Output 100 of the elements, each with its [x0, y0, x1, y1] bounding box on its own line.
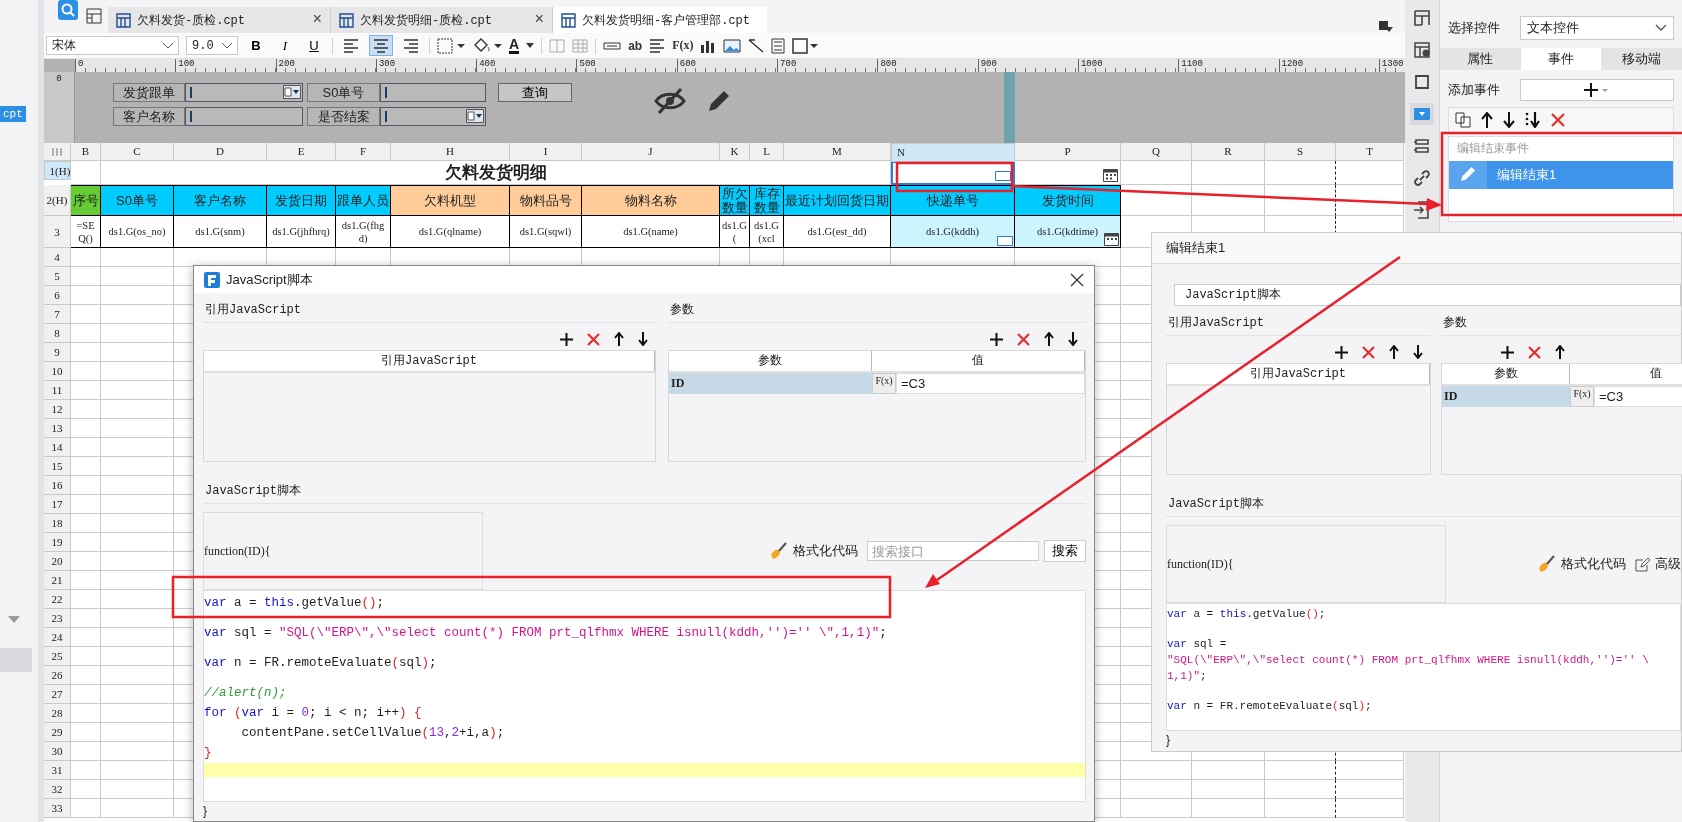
arrow-up-icon[interactable]: [1481, 112, 1493, 128]
row-header[interactable]: 21: [44, 571, 71, 590]
menu-icon[interactable]: [1379, 21, 1393, 33]
copy-icon[interactable]: [1455, 112, 1471, 128]
align-button[interactable]: [369, 35, 393, 56]
delete-icon[interactable]: [587, 332, 600, 346]
column-header[interactable]: I: [510, 143, 582, 161]
chevron-down-icon[interactable]: [163, 43, 173, 49]
row-header[interactable]: 18: [44, 514, 71, 533]
event-type-select[interactable]: JavaScript脚本: [1174, 284, 1681, 306]
arrow-down-icon[interactable]: [1068, 332, 1078, 346]
panel-tab[interactable]: 事件: [1520, 48, 1602, 70]
arrow-down-icon[interactable]: [1413, 345, 1423, 359]
plus-icon[interactable]: [1584, 83, 1610, 97]
value-field[interactable]: =C3: [896, 373, 1085, 394]
parameter-field[interactable]: [380, 107, 486, 126]
column-header[interactable]: P: [1015, 143, 1121, 161]
dropdown-icon[interactable]: [466, 109, 484, 123]
formula-tool[interactable]: F(x): [672, 38, 694, 53]
row-header[interactable]: 11: [44, 381, 71, 400]
row-header[interactable]: 22: [44, 590, 71, 609]
panel-tab[interactable]: 属性: [1440, 48, 1521, 70]
formula-button[interactable]: F(x): [1570, 386, 1594, 407]
parameter-field[interactable]: [185, 107, 303, 126]
delete-icon[interactable]: [1528, 345, 1541, 359]
column-header[interactable]: L: [750, 143, 784, 161]
slash-icon[interactable]: [748, 38, 765, 53]
column-header[interactable]: S: [1265, 143, 1336, 161]
font-select[interactable]: 宋体: [46, 36, 179, 55]
search-field[interactable]: 搜索接口: [867, 541, 1039, 561]
arrow-up-icon[interactable]: [1555, 345, 1565, 359]
parameter-field[interactable]: [185, 83, 303, 102]
arrow-up-icon[interactable]: [1389, 345, 1399, 359]
row-header[interactable]: 19: [44, 533, 71, 552]
row-header[interactable]: 27: [44, 685, 71, 704]
row-header[interactable]: 7: [44, 305, 71, 324]
column-header[interactable]: B: [71, 143, 101, 161]
row-header[interactable]: 5: [44, 267, 71, 286]
format-code-button[interactable]: 格式化代码: [1561, 555, 1626, 573]
add-icon[interactable]: [990, 332, 1003, 346]
row-header[interactable]: 31: [44, 761, 71, 780]
column-header[interactable]: K: [720, 143, 750, 161]
row-header[interactable]: 33: [44, 799, 71, 818]
merge-cells-icon[interactable]: [549, 38, 566, 53]
grid-icon[interactable]: [86, 8, 102, 24]
file-tab[interactable]: 欠料发货-质检.cpt ×: [108, 7, 330, 33]
column-header[interactable]: H: [391, 143, 510, 161]
query-button[interactable]: 查询: [498, 83, 572, 102]
scroll-handle[interactable]: [1004, 72, 1015, 143]
column-header[interactable]: C: [101, 143, 174, 161]
column-header[interactable]: D: [174, 143, 267, 161]
row-header[interactable]: 28: [44, 704, 71, 723]
caret-icon[interactable]: [526, 43, 535, 48]
format-code-button[interactable]: 格式化代码: [793, 542, 858, 560]
text-tool[interactable]: ab: [628, 38, 643, 53]
row-header[interactable]: 17: [44, 495, 71, 514]
column-header[interactable]: J: [582, 143, 720, 161]
chevron-down-icon[interactable]: [1655, 24, 1667, 31]
row-header[interactable]: 23: [44, 609, 71, 628]
calendar-icon[interactable]: [1104, 231, 1119, 246]
file-tab[interactable]: 欠料发货明细-质检.cpt ×: [330, 7, 552, 33]
row-header[interactable]: 10: [44, 362, 71, 381]
file-tab[interactable]: 欠料发货明细-客户管理部.cpt: [552, 7, 767, 33]
document-icon[interactable]: [771, 37, 786, 54]
close-icon[interactable]: [1070, 272, 1084, 287]
text-field-icon[interactable]: [603, 41, 622, 50]
column-header[interactable]: E: [267, 143, 336, 161]
eye-slash-icon[interactable]: [654, 88, 686, 114]
row-header[interactable]: 26: [44, 666, 71, 685]
arrow-down-icon[interactable]: [638, 332, 648, 346]
panel-tab[interactable]: 移动端: [1601, 48, 1682, 70]
frame-icon[interactable]: [792, 37, 819, 54]
broom-icon[interactable]: [770, 542, 788, 560]
code-editor[interactable]: [203, 590, 1086, 802]
underline-button[interactable]: U: [303, 35, 325, 56]
bold-button[interactable]: B: [245, 35, 267, 56]
row-header[interactable]: 1(H): [44, 161, 71, 180]
broom-icon[interactable]: [1538, 555, 1556, 573]
column-header[interactable]: R: [1192, 143, 1265, 161]
search-button[interactable]: [58, 0, 78, 23]
text-widget-icon[interactable]: [997, 236, 1013, 246]
calendar-icon[interactable]: [1103, 167, 1118, 182]
arrow-up-icon[interactable]: [614, 332, 624, 346]
row-header[interactable]: 24: [44, 628, 71, 647]
edit-icon[interactable]: [1635, 556, 1650, 572]
formula-button[interactable]: F(x): [872, 373, 896, 394]
parameter-name[interactable]: ID: [669, 373, 872, 394]
align-lines-icon[interactable]: [649, 38, 666, 53]
code-editor[interactable]: var a = this.getValue(); var sql = "SQL(\"ERP\",\"select count(*) FROM prt_qlfhmx WHERE isnull(kddh,'')='' \ 1,1)"; var n = FR.remoteEvaluate(sql);: [1166, 603, 1681, 731]
font-color-button[interactable]: A: [509, 37, 520, 54]
column-header[interactable]: T: [1336, 143, 1404, 161]
column-header[interactable]: F: [336, 143, 391, 161]
bar-chart-icon[interactable]: [700, 38, 717, 53]
row-header[interactable]: 29: [44, 723, 71, 742]
italic-button[interactable]: I: [274, 35, 296, 56]
select-all-icon[interactable]: [44, 143, 71, 161]
row-header[interactable]: 2(H): [44, 185, 71, 216]
parameter-name[interactable]: ID: [1442, 386, 1570, 407]
row-header[interactable]: 12: [44, 400, 71, 419]
row-header[interactable]: 20: [44, 552, 71, 571]
